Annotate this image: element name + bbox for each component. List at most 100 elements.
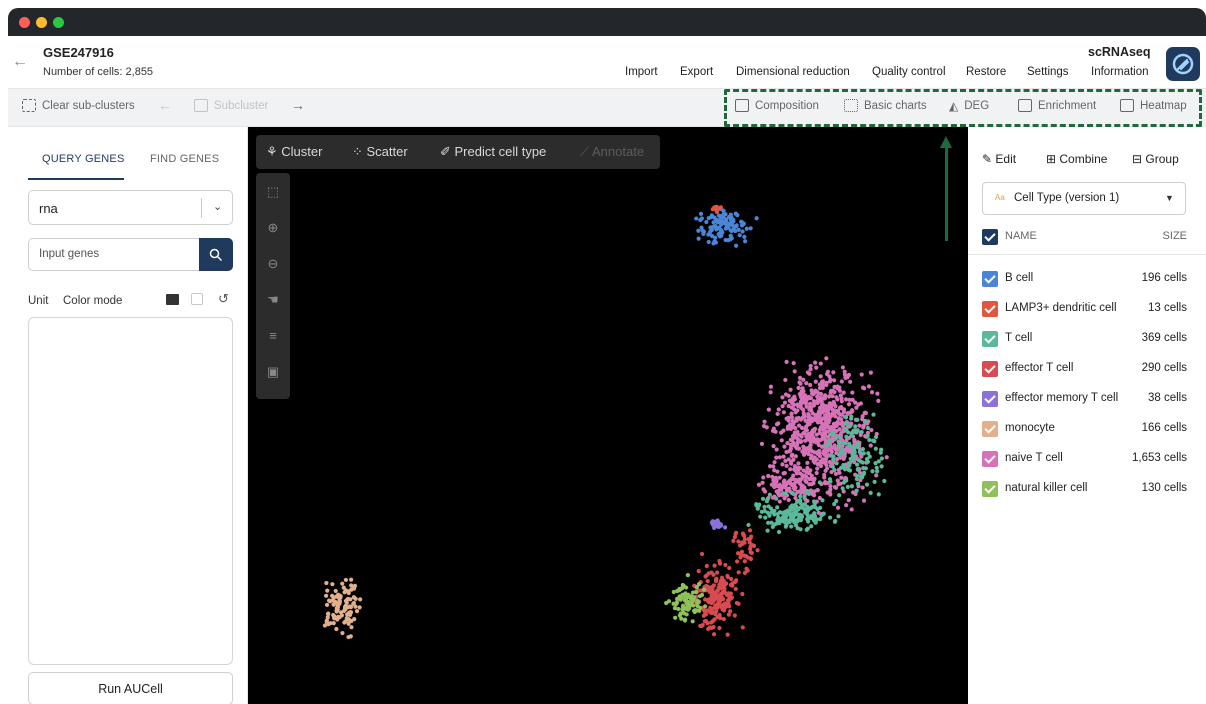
cell-point bbox=[809, 524, 814, 529]
cell-point bbox=[815, 418, 820, 423]
annotation-arrowhead bbox=[940, 136, 952, 148]
tab-find-genes[interactable]: FIND GENES bbox=[150, 153, 219, 165]
row-size: 290 cells bbox=[1141, 362, 1187, 374]
maximize-window-button[interactable] bbox=[53, 17, 64, 28]
deg-button[interactable]: ◭ DEG bbox=[949, 99, 989, 113]
row-size: 130 cells bbox=[1141, 482, 1187, 494]
cell-point bbox=[347, 618, 352, 623]
menu-export[interactable]: Export bbox=[680, 66, 713, 78]
minimize-window-button[interactable] bbox=[36, 17, 47, 28]
cell-point bbox=[844, 434, 849, 439]
cell-point bbox=[338, 595, 343, 600]
heatmap-button[interactable]: Heatmap bbox=[1120, 99, 1187, 112]
menu-import[interactable]: Import bbox=[625, 66, 658, 78]
row-checkbox[interactable] bbox=[982, 361, 998, 377]
cell-point bbox=[701, 587, 707, 592]
cell-point bbox=[828, 487, 833, 492]
cell-point bbox=[694, 601, 700, 606]
back-arrow-icon[interactable]: ← bbox=[158, 97, 172, 113]
row-checkbox[interactable] bbox=[982, 421, 998, 437]
list-item[interactable]: effector T cell 290 cells bbox=[968, 361, 1206, 381]
menu-information[interactable]: Information bbox=[1091, 66, 1149, 78]
cell-point bbox=[811, 499, 817, 504]
cell-point bbox=[729, 236, 734, 241]
cell-point bbox=[334, 608, 339, 613]
edit-button[interactable]: ✎ Edit bbox=[982, 152, 1016, 166]
cell-point bbox=[737, 233, 742, 238]
forward-arrow-icon[interactable]: → bbox=[291, 97, 305, 113]
cell-point bbox=[673, 615, 678, 620]
basic-charts-button[interactable]: Basic charts bbox=[844, 99, 927, 112]
cell-point bbox=[824, 356, 829, 361]
cell-point bbox=[805, 422, 810, 427]
cell-type-select[interactable]: Aa Cell Type (version 1) ▼ bbox=[982, 182, 1186, 215]
close-window-button[interactable] bbox=[19, 17, 30, 28]
cell-point bbox=[712, 206, 717, 211]
cell-point bbox=[815, 451, 820, 457]
search-button[interactable] bbox=[199, 238, 233, 271]
umap-plot[interactable]: ⚘ Cluster ⁘ Scatter ✐ Predict cell type … bbox=[248, 127, 968, 704]
group-button[interactable]: ⊟ Group bbox=[1132, 152, 1179, 166]
cell-point bbox=[723, 562, 728, 568]
menu-settings[interactable]: Settings bbox=[1027, 66, 1069, 78]
cell-point bbox=[744, 226, 749, 231]
cell-point bbox=[794, 504, 799, 509]
cell-point bbox=[820, 457, 825, 462]
cell-point bbox=[782, 400, 788, 405]
select-all-checkbox[interactable] bbox=[982, 229, 998, 245]
list-item[interactable]: T cell 369 cells bbox=[968, 331, 1206, 351]
gene-input[interactable]: Input genes bbox=[28, 238, 233, 271]
list-item[interactable]: natural killer cell 130 cells bbox=[968, 481, 1206, 501]
cell-point bbox=[813, 360, 818, 365]
row-checkbox[interactable] bbox=[982, 391, 998, 407]
row-checkbox[interactable] bbox=[982, 301, 998, 317]
row-checkbox[interactable] bbox=[982, 271, 998, 287]
list-item[interactable]: naive T cell 1,653 cells bbox=[968, 451, 1206, 471]
table-header: NAME SIZE bbox=[968, 215, 1206, 255]
group-icon: ⊟ bbox=[1132, 152, 1146, 166]
cell-point bbox=[762, 419, 767, 424]
tab-query-genes[interactable]: QUERY GENES bbox=[42, 153, 125, 165]
row-checkbox[interactable] bbox=[982, 451, 998, 467]
save-icon[interactable] bbox=[191, 293, 203, 305]
cell-point bbox=[876, 492, 881, 497]
row-checkbox[interactable] bbox=[982, 331, 998, 347]
cell-point bbox=[873, 446, 878, 451]
cell-point bbox=[874, 465, 879, 470]
list-item[interactable]: LAMP3+ dendritic cell 13 cells bbox=[968, 301, 1206, 321]
enrichment-button[interactable]: Enrichment bbox=[1018, 99, 1096, 112]
menu-dimensional-reduction[interactable]: Dimensional reduction bbox=[736, 66, 850, 78]
cell-point bbox=[828, 377, 833, 382]
list-item[interactable]: monocyte 166 cells bbox=[968, 421, 1206, 441]
clear-subclusters-button[interactable]: Clear sub-clusters bbox=[22, 99, 135, 112]
cell-point bbox=[833, 471, 839, 476]
cell-point bbox=[796, 446, 802, 451]
cell-point bbox=[672, 606, 678, 611]
cell-point bbox=[797, 380, 802, 385]
cell-point bbox=[678, 611, 683, 616]
menu-quality-control[interactable]: Quality control bbox=[872, 66, 946, 78]
cell-point bbox=[783, 524, 788, 529]
list-item[interactable]: B cell 196 cells bbox=[968, 271, 1206, 291]
row-checkbox[interactable] bbox=[982, 481, 998, 497]
list-item[interactable]: effector memory T cell 38 cells bbox=[968, 391, 1206, 411]
reset-icon[interactable]: ↺ bbox=[218, 291, 229, 307]
cell-point bbox=[796, 461, 801, 466]
cell-point bbox=[787, 425, 793, 430]
composition-button[interactable]: Composition bbox=[735, 99, 819, 112]
cell-point bbox=[844, 503, 849, 508]
cell-point bbox=[727, 565, 732, 571]
subcluster-button[interactable]: Subcluster bbox=[194, 99, 268, 112]
cell-point bbox=[744, 566, 749, 571]
run-aucell-button[interactable]: Run AUCell bbox=[28, 672, 233, 704]
assay-select[interactable]: rna ⌄ bbox=[28, 190, 233, 225]
folder-icon[interactable] bbox=[166, 294, 179, 305]
cell-point bbox=[330, 582, 335, 587]
cell-point bbox=[813, 519, 818, 524]
back-arrow-icon[interactable]: ← bbox=[12, 53, 28, 71]
menu-restore[interactable]: Restore bbox=[966, 66, 1006, 78]
combine-button[interactable]: ⊞ Combine bbox=[1046, 152, 1107, 166]
cell-point bbox=[704, 563, 709, 569]
cell-point bbox=[835, 386, 840, 391]
cell-point bbox=[704, 219, 709, 225]
